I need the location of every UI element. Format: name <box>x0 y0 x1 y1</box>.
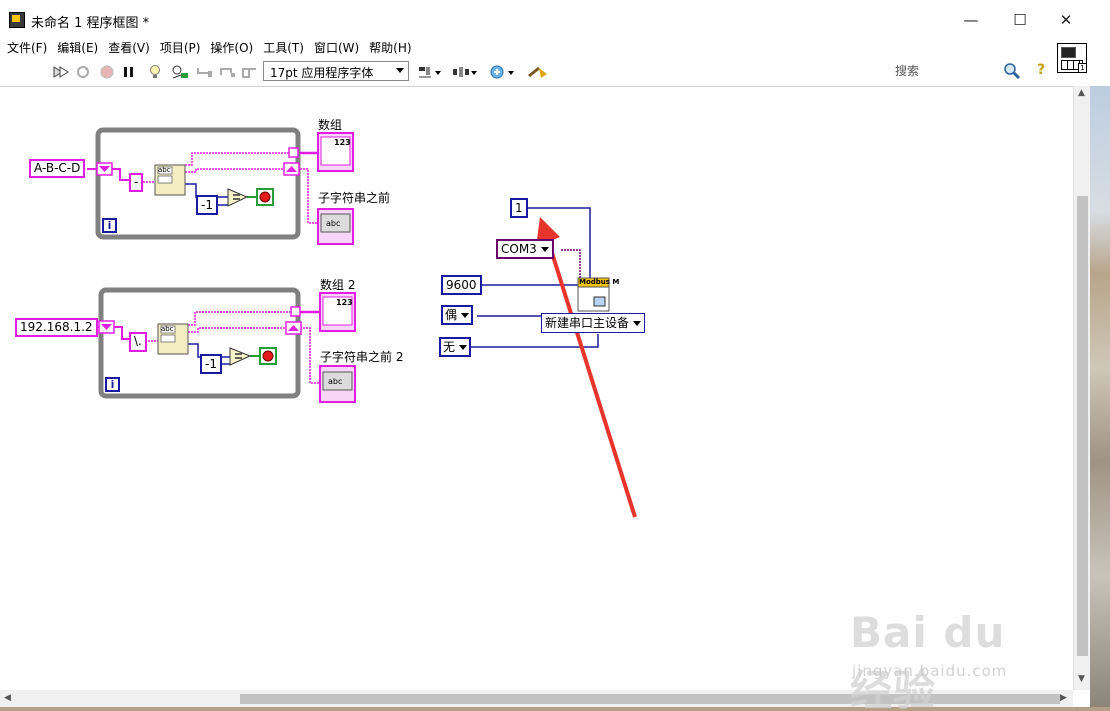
scroll-right-arrow-icon[interactable]: ▶ <box>1060 693 1067 703</box>
parity-value: 偶 <box>445 308 458 322</box>
run-continuously-icon[interactable] <box>74 63 92 81</box>
vertical-scrollbar[interactable]: ▲ ▼ <box>1073 86 1090 690</box>
watermark-url: jingyan.baidu.com <box>852 662 1008 680</box>
wire-after-1 <box>185 168 285 173</box>
equal-node-1 <box>227 188 249 207</box>
menu-window[interactable]: 窗口(W) <box>307 38 359 58</box>
polymorphic-selector[interactable]: 新建串口主设备 <box>541 313 646 333</box>
labview-block-diagram-window: 未命名 1 程序框图 * — ☐ ✕ 文件(F) 编辑(E) 查看(V) 项目(… <box>0 0 1110 711</box>
wire-after-2 <box>188 327 287 333</box>
step-into-icon[interactable] <box>196 63 214 81</box>
menu-view[interactable]: 查看(V) <box>101 38 150 58</box>
node-2-label: abc <box>161 325 174 333</box>
while-loop-1-border <box>95 127 301 240</box>
search-box <box>885 61 1027 81</box>
substring-label-1: 子字符串之前 <box>318 191 391 205</box>
close-button[interactable]: ✕ <box>1043 5 1089 35</box>
abort-icon[interactable] <box>98 63 116 81</box>
flow-control-value: 无 <box>443 340 456 354</box>
retain-wire-values-icon[interactable] <box>171 63 189 81</box>
modbus-node-label: Modbus M <box>579 278 620 286</box>
substring-indicator-1-type: abc <box>326 219 341 228</box>
vi-icon-screen <box>1061 47 1076 58</box>
equal-node-2 <box>229 347 252 366</box>
baud-rate-constant[interactable]: 9600 <box>441 275 482 295</box>
text-settings-label: 17pt 应用程序字体 <box>270 66 374 80</box>
scroll-down-arrow-icon[interactable]: ▼ <box>1078 674 1085 684</box>
chevron-down-icon <box>633 321 642 326</box>
vi-icon[interactable]: 1 <box>1057 43 1087 73</box>
array-indicator-1-type: 123 <box>334 138 351 147</box>
substring-label-2: 子字符串之前 2 <box>320 350 404 364</box>
background-photo-edge <box>1090 86 1110 711</box>
chevron-down-icon <box>396 68 404 73</box>
wire-array-1 <box>185 152 290 166</box>
menu-operate[interactable]: 操作(O) <box>203 38 253 58</box>
autoindex-tunnel-1 <box>288 147 299 158</box>
wire-array-2 <box>188 311 292 326</box>
labview-app-icon <box>9 12 25 28</box>
substring-indicator-2-type: abc <box>328 377 343 386</box>
step-out-icon[interactable] <box>241 63 259 81</box>
vertical-scroll-thumb[interactable] <box>1077 196 1088 656</box>
node-1-label: abc <box>158 166 171 174</box>
minimize-button[interactable]: — <box>948 5 994 35</box>
chevron-down-icon <box>461 313 470 318</box>
compare-constant-2[interactable]: -1 <box>200 354 222 374</box>
chevron-down-icon <box>540 247 549 252</box>
title-bar: 未命名 1 程序框图 * — ☐ ✕ <box>0 0 1110 38</box>
pause-icon[interactable] <box>120 63 138 81</box>
scroll-left-arrow-icon[interactable]: ◀ <box>4 693 11 703</box>
slave-id-constant[interactable]: 1 <box>510 198 528 218</box>
search-input[interactable] <box>895 63 999 79</box>
context-help-button[interactable]: ? <box>1033 62 1049 80</box>
polymorphic-selector-value: 新建串口主设备 <box>545 316 630 330</box>
menu-bar: 文件(F) 编辑(E) 查看(V) 项目(P) 操作(O) 工具(T) 窗口(W… <box>0 38 1052 58</box>
delimiter-constant-1[interactable]: - <box>129 173 144 192</box>
cleanup-diagram-icon[interactable] <box>527 63 549 81</box>
flow-control-ring[interactable]: 无 <box>439 337 472 357</box>
step-over-icon[interactable] <box>219 63 237 81</box>
wire-sub-out-2 <box>300 327 320 384</box>
highlight-execution-icon[interactable] <box>146 63 164 81</box>
array-label-2: 数组 2 <box>320 278 356 292</box>
menu-tools[interactable]: 工具(T) <box>256 38 304 58</box>
run-arrow-icon[interactable] <box>52 63 70 81</box>
iteration-terminal-2: i <box>105 377 120 392</box>
menu-project[interactable]: 项目(P) <box>153 38 201 58</box>
search-icon[interactable] <box>1002 62 1022 80</box>
wire-sub-out-1 <box>300 168 318 224</box>
wire-shift-2 <box>114 326 130 340</box>
distribute-objects-icon[interactable] <box>452 63 478 81</box>
chevron-down-icon <box>459 345 468 350</box>
menu-edit[interactable]: 编辑(E) <box>50 38 98 58</box>
parity-ring[interactable]: 偶 <box>441 305 474 325</box>
menu-file[interactable]: 文件(F) <box>0 38 47 58</box>
wire-shift-1 <box>112 168 130 181</box>
visa-resource-constant[interactable]: COM3 <box>496 239 554 259</box>
toolbar: 17pt 应用程序字体 ▸ <box>0 59 1052 85</box>
watermark-logo: Bai du 经验 <box>850 608 1006 711</box>
baidu-jingyan-watermark: Bai du 经验 jingyan.baidu.com <box>850 590 1060 711</box>
array-indicator-2-type: 123 <box>336 298 353 307</box>
iteration-terminal-1: i <box>102 218 117 233</box>
maximize-button[interactable]: ☐ <box>997 5 1043 35</box>
window-title: 未命名 1 程序框图 * <box>31 16 150 31</box>
vi-icon-badge: 1 <box>1078 63 1087 73</box>
array-label-1: 数组 <box>318 118 343 132</box>
text-settings-dropdown[interactable]: 17pt 应用程序字体 <box>263 61 409 81</box>
wire-resource <box>561 249 581 280</box>
delimiter-constant-2[interactable]: \. <box>129 332 147 352</box>
string-constant-2[interactable]: 192.168.1.2 <box>15 318 98 337</box>
string-constant-1[interactable]: A-B-C-D <box>29 159 86 178</box>
scroll-up-arrow-icon[interactable]: ▲ <box>1078 88 1085 98</box>
compare-constant-1[interactable]: -1 <box>196 195 218 215</box>
reorder-icon[interactable] <box>489 63 517 81</box>
align-objects-icon[interactable] <box>418 63 442 81</box>
menu-help[interactable]: 帮助(H) <box>362 38 411 58</box>
autoindex-tunnel-2 <box>290 306 301 317</box>
visa-resource-value: COM3 <box>501 242 537 256</box>
